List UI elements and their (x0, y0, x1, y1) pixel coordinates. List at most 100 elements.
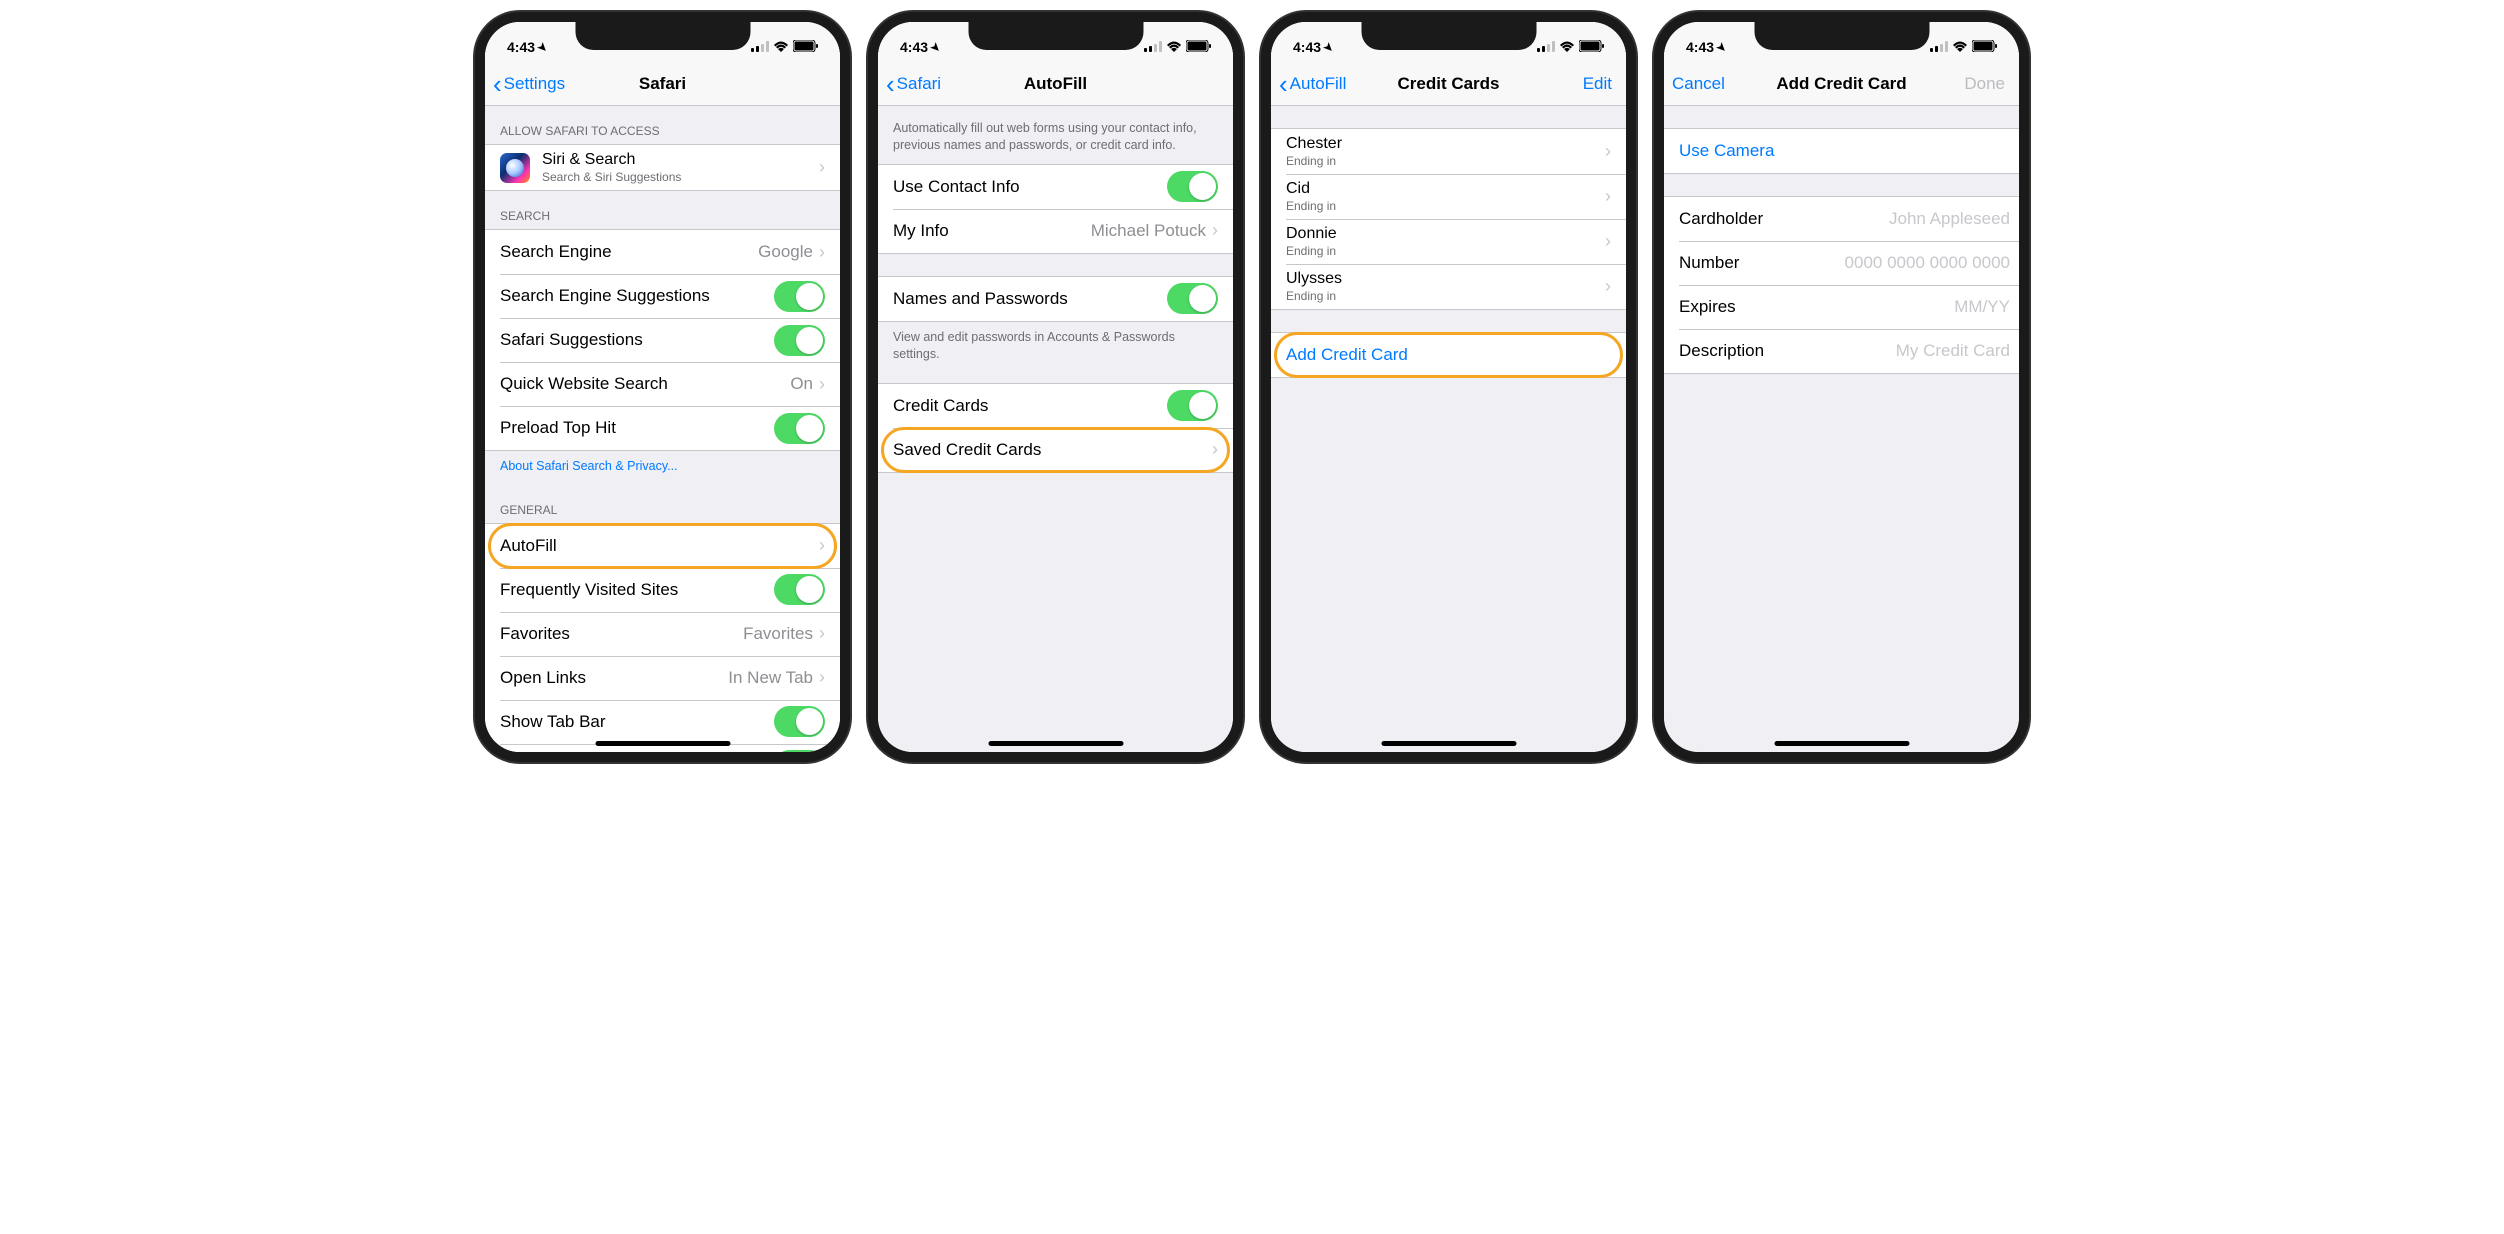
location-icon: ➤ (535, 39, 551, 55)
back-label: Safari (897, 74, 941, 94)
content-scroll[interactable]: Automatically fill out web forms using y… (878, 106, 1233, 752)
row-search-engine[interactable]: Search Engine Google › (485, 230, 840, 274)
row-use-camera[interactable]: Use Camera (1664, 129, 2019, 173)
toggle-credit-cards[interactable] (1167, 390, 1218, 421)
spacer (1271, 310, 1626, 332)
row-preload-top-hit[interactable]: Preload Top Hit (485, 406, 840, 450)
chevron-right-icon: › (819, 623, 825, 644)
nav-bar: ‹ AutoFill Credit Cards Edit (1271, 62, 1626, 106)
row-my-info[interactable]: My Info Michael Potuck › (878, 209, 1233, 253)
card-row[interactable]: Chester Ending in › (1271, 129, 1626, 174)
row-search-suggestions[interactable]: Search Engine Suggestions (485, 274, 840, 318)
field-label: Cardholder (1679, 209, 1789, 229)
content-scroll[interactable]: ALLOW SAFARI TO ACCESS Siri & Search Sea… (485, 106, 840, 752)
chevron-right-icon: › (819, 667, 825, 688)
signal-icon (1930, 39, 1948, 55)
row-open-links[interactable]: Open Links In New Tab › (485, 656, 840, 700)
row-safari-suggestions[interactable]: Safari Suggestions (485, 318, 840, 362)
content-scroll[interactable]: Use Camera Cardholder Number Expires (1664, 106, 2019, 752)
card-row[interactable]: Donnie Ending in › (1271, 219, 1626, 264)
chevron-right-icon: › (819, 157, 825, 178)
row-frequently-visited[interactable]: Frequently Visited Sites (485, 568, 840, 612)
edit-button[interactable]: Edit (1558, 74, 1618, 94)
toggle-safari-suggestions[interactable] (774, 325, 825, 356)
notch (575, 22, 750, 50)
row-use-contact-info[interactable]: Use Contact Info (878, 165, 1233, 209)
row-detail: Favorites (743, 624, 813, 644)
home-indicator[interactable] (1774, 741, 1909, 746)
row-add-credit-card[interactable]: Add Credit Card (1271, 333, 1626, 377)
home-indicator[interactable] (595, 741, 730, 746)
group-search: Search Engine Google › Search Engine Sug… (485, 229, 840, 451)
card-row[interactable]: Ulysses Ending in › (1271, 264, 1626, 309)
chevron-left-icon: ‹ (493, 71, 502, 97)
card-name: Cid (1286, 180, 1605, 198)
back-button[interactable]: ‹ Safari (886, 71, 966, 97)
card-sub: Ending in (1286, 244, 1605, 258)
back-label: AutoFill (1290, 74, 1347, 94)
row-favorites[interactable]: Favorites Favorites › (485, 612, 840, 656)
back-button[interactable]: ‹ AutoFill (1279, 71, 1359, 97)
section-header-search: SEARCH (485, 191, 840, 229)
row-cardholder[interactable]: Cardholder (1664, 197, 2019, 241)
group-use-camera: Use Camera (1664, 128, 2019, 174)
toggle-search-suggestions[interactable] (774, 281, 825, 312)
chevron-right-icon: › (1605, 231, 1611, 252)
screen: ‹ Safari AutoFill Automatically fill out… (878, 22, 1233, 752)
section-header-general: GENERAL (485, 485, 840, 523)
status-icons (1537, 39, 1604, 55)
toggle-use-contact[interactable] (1167, 171, 1218, 202)
field-label: Number (1679, 253, 1789, 273)
toggle-show-tab-bar[interactable] (774, 706, 825, 737)
description-input[interactable] (1789, 341, 2010, 361)
siri-title: Siri & Search (542, 151, 819, 169)
cancel-button[interactable]: Cancel (1672, 74, 1752, 94)
battery-icon (1186, 39, 1211, 55)
group-contact-info: Use Contact Info My Info Michael Potuck … (878, 164, 1233, 254)
toggle-names-passwords[interactable] (1167, 283, 1218, 314)
toggle-block-popups[interactable] (774, 750, 825, 752)
row-expires[interactable]: Expires (1664, 285, 2019, 329)
row-detail: In New Tab (728, 668, 813, 688)
home-indicator[interactable] (1381, 741, 1516, 746)
nav-bar: Cancel Add Credit Card Done (1664, 62, 2019, 106)
row-detail: On (790, 374, 813, 394)
notch (1361, 22, 1536, 50)
card-row[interactable]: Cid Ending in › (1271, 174, 1626, 219)
cardholder-input[interactable] (1789, 209, 2010, 229)
row-saved-credit-cards[interactable]: Saved Credit Cards › (878, 428, 1233, 472)
row-detail: Google (758, 242, 813, 262)
row-show-tab-bar[interactable]: Show Tab Bar (485, 700, 840, 744)
section-header-allow: ALLOW SAFARI TO ACCESS (485, 106, 840, 144)
about-privacy-link[interactable]: About Safari Search & Privacy... (485, 451, 840, 485)
row-description[interactable]: Description (1664, 329, 2019, 373)
status-time: 4:43 (1686, 39, 1714, 55)
status-icons (1930, 39, 1997, 55)
home-indicator[interactable] (988, 741, 1123, 746)
card-name: Donnie (1286, 225, 1605, 243)
field-label: Expires (1679, 297, 1789, 317)
back-button[interactable]: ‹ Settings (493, 71, 573, 97)
row-label: Quick Website Search (500, 374, 790, 394)
chevron-right-icon: › (1212, 220, 1218, 241)
autofill-intro: Automatically fill out web forms using y… (878, 106, 1233, 164)
row-number[interactable]: Number (1664, 241, 2019, 285)
spacer (1271, 106, 1626, 128)
number-input[interactable] (1789, 253, 2010, 273)
phone-add-credit-card: 4:43 ➤ Cancel Add Credit Card Done Use C… (1654, 12, 2029, 762)
content-scroll[interactable]: Chester Ending in › Cid Ending in › Donn… (1271, 106, 1626, 752)
row-siri-search[interactable]: Siri & Search Search & Siri Suggestions … (485, 145, 840, 190)
card-sub: Ending in (1286, 154, 1605, 168)
group-names-passwords: Names and Passwords (878, 276, 1233, 322)
expires-input[interactable] (1789, 297, 2010, 317)
battery-icon (1972, 39, 1997, 55)
row-quick-website-search[interactable]: Quick Website Search On › (485, 362, 840, 406)
row-autofill[interactable]: AutoFill › (485, 524, 840, 568)
toggle-preload[interactable] (774, 413, 825, 444)
row-credit-cards[interactable]: Credit Cards (878, 384, 1233, 428)
toggle-freq-visited[interactable] (774, 574, 825, 605)
done-button[interactable]: Done (1951, 74, 2011, 94)
row-detail: Michael Potuck (1091, 221, 1206, 241)
row-names-passwords[interactable]: Names and Passwords (878, 277, 1233, 321)
status-icons (751, 39, 818, 55)
